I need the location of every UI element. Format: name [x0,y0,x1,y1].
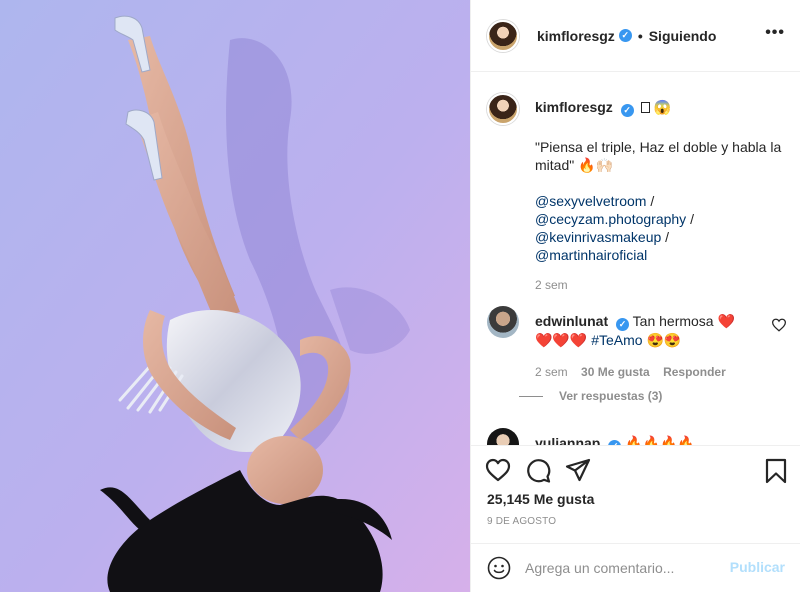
comment-body: yuliannap ✓ 🔥🔥🔥🔥 [535,434,755,445]
mention-link[interactable]: @cecyzam.photography [535,211,686,227]
commenter-username[interactable]: edwinlunat [535,313,608,329]
like-heart-icon[interactable] [485,458,511,482]
comment-likes[interactable]: 30 Me gusta [581,365,650,379]
emoji-smile-icon[interactable] [487,556,511,580]
mention-separator: / [690,211,694,227]
share-paper-plane-icon[interactable] [565,458,591,482]
mention-separator: / [650,193,655,209]
mention-separator: / [665,229,670,245]
author-avatar[interactable] [487,19,519,52]
likes-count[interactable]: 25,145 Me gusta [487,491,594,507]
caption-quote-emojis: 🔥🙌🏻 [578,157,613,173]
comment-emojis: ❤️ [717,313,735,329]
caption-text: "Piensa el triple, Haz el doble y habla … [535,138,785,174]
comment-text: Tan hermosa [632,313,714,329]
like-comment-heart-icon[interactable] [771,318,787,332]
mention-link[interactable]: @sexyvelvetroom [535,193,646,209]
missing-glyph-icon [640,102,650,113]
caption-title-emoji: 😱 [653,99,671,115]
post-actions: 25,145 Me gusta 9 DE AGOSTO [471,445,800,543]
add-comment-bar: Publicar [471,543,800,592]
post-photo-illustration [0,0,470,592]
follow-separator: • [637,27,643,44]
mention-link[interactable]: @kevinrivasmakeup [535,229,661,245]
view-replies-button[interactable]: Ver respuestas (3) [519,389,662,403]
comment-emojis: 😍😍 [646,331,682,348]
commenter-avatar[interactable] [487,428,519,445]
comment-emojis: 🔥🔥🔥🔥 [625,435,695,445]
caption-quote: "Piensa el triple, Haz el doble y habla … [535,139,782,173]
reply-button[interactable]: Responder [663,365,726,379]
verified-badge-icon: ✓ [618,29,632,42]
comment-timestamp[interactable]: 2 sem [535,365,568,379]
verified-badge-icon: ✓ [616,317,630,331]
publish-button[interactable]: Publicar [730,559,785,575]
comment-input[interactable] [525,560,725,576]
comment-item: yuliannap ✓ 🔥🔥🔥🔥 [487,428,787,445]
caption-username[interactable]: kimfloresgz [535,99,613,115]
author-username[interactable]: kimfloresgz [537,28,615,44]
more-options-icon[interactable]: ••• [765,25,785,41]
caption-timestamp[interactable]: 2 sem [535,278,785,292]
save-bookmark-icon[interactable] [765,458,787,484]
caption-title: kimfloresgz ✓ 😱 [535,99,785,117]
comment-emojis: ❤️❤️❤️ [535,331,588,348]
commenter-avatar[interactable] [487,306,519,338]
commenter-username[interactable]: yuliannap [535,435,600,445]
comment-item: edwinlunat ✓ Tan hermosa ❤️ ❤️❤️❤️ #TeAm… [487,306,787,379]
action-icons [485,458,591,484]
hashtag-link[interactable]: #TeAmo [591,332,642,348]
mention-link[interactable]: @martinhairoficial [535,247,647,263]
replies-divider [519,395,543,397]
verified-badge-icon: ✓ [620,104,634,117]
post-date[interactable]: 9 DE AGOSTO [487,516,556,527]
comment-bubble-icon[interactable] [525,458,551,484]
post-header: kimfloresgz ✓ • Siguiendo ••• [471,0,800,72]
view-replies-label: Ver respuestas (3) [559,389,663,403]
caption-mentions: @sexyvelvetroom / @cecyzam.photography /… [535,192,785,264]
post-photo[interactable] [0,0,470,592]
caption-body: kimfloresgz ✓ 😱 "Piensa el triple, Haz e… [535,99,785,292]
comment-body: edwinlunat ✓ Tan hermosa ❤️ ❤️❤️❤️ #TeAm… [535,312,755,381]
comments-section[interactable]: kimfloresgz ✓ 😱 "Piensa el triple, Haz e… [471,73,800,445]
post-side-panel: kimfloresgz ✓ • Siguiendo ••• kimfloresg… [470,0,800,592]
caption-author-avatar[interactable] [487,93,519,125]
comment-meta: 2 sem 30 Me gusta Responder [535,363,755,381]
following-button[interactable]: Siguiendo [649,28,717,44]
